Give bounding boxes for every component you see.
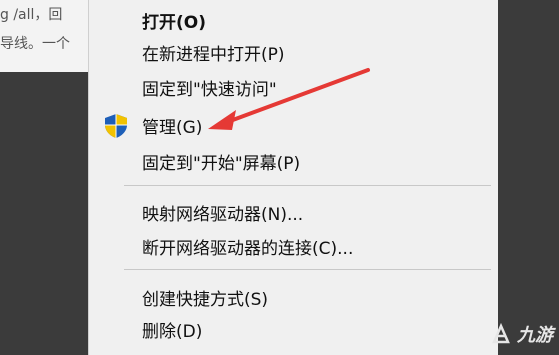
- menu-item-map-network-drive[interactable]: 映射网络驱动器(N)...: [89, 196, 499, 226]
- menu-item-label: 管理(G): [142, 118, 203, 138]
- menu-item-pin-start[interactable]: 固定到"开始"屏幕(P): [89, 145, 499, 175]
- menu-item-label: 删除(D): [142, 322, 203, 342]
- menu-item-label: 在新进程中打开(P): [142, 45, 285, 65]
- context-menu: 打开(O) 在新进程中打开(P) 固定到"快速访问" 管理(G) 固定到"开始"…: [88, 0, 499, 355]
- background-document: g /all，回 导线。一个: [0, 0, 96, 72]
- menu-item-label: 断开网络驱动器的连接(C)...: [142, 239, 354, 259]
- uac-shield-icon: [103, 113, 129, 139]
- menu-item-create-shortcut[interactable]: 创建快捷方式(S): [89, 281, 499, 311]
- watermark-logo-icon: [492, 322, 510, 344]
- menu-item-pin-quick-access[interactable]: 固定到"快速访问": [89, 71, 499, 101]
- menu-item-disconnect-network-drive[interactable]: 断开网络驱动器的连接(C)...: [89, 230, 499, 260]
- menu-item-manage[interactable]: 管理(G): [89, 109, 499, 139]
- watermark-text: 九游: [517, 325, 553, 346]
- menu-item-label: 映射网络驱动器(N)...: [142, 205, 304, 225]
- menu-separator: [124, 185, 491, 186]
- desktop-background: [498, 0, 559, 355]
- menu-separator: [124, 269, 491, 270]
- menu-item-open[interactable]: 打开(O): [89, 4, 499, 34]
- menu-item-label: 创建快捷方式(S): [142, 290, 269, 310]
- menu-item-delete[interactable]: 删除(D): [89, 313, 499, 343]
- menu-item-label: 打开(O): [142, 13, 206, 33]
- watermark: 九游: [489, 321, 553, 347]
- document-text-line: g /all，回: [0, 7, 63, 23]
- document-text-line: 导线。一个: [0, 36, 70, 52]
- menu-item-label: 固定到"开始"屏幕(P): [142, 154, 301, 174]
- menu-item-label: 固定到"快速访问": [142, 80, 277, 100]
- menu-item-open-new-process[interactable]: 在新进程中打开(P): [89, 36, 499, 66]
